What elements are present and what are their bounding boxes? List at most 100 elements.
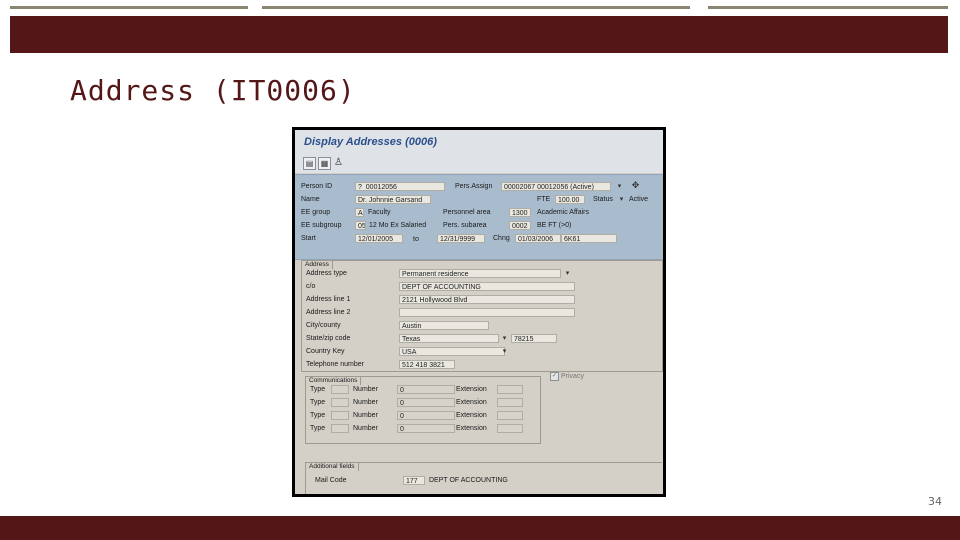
- pers-assign-field[interactable]: 00002067 00012056 (Active): [501, 182, 611, 191]
- number-field[interactable]: 0: [397, 398, 455, 407]
- country-label: Country Key: [306, 348, 345, 355]
- type-field[interactable]: [331, 385, 349, 394]
- number-field[interactable]: 0: [397, 385, 455, 394]
- country-dropdown-icon[interactable]: ▾: [500, 347, 509, 356]
- address-group-tab: Address: [301, 260, 333, 269]
- extension-field[interactable]: [497, 398, 523, 407]
- extension-field[interactable]: [497, 411, 523, 420]
- sap-screenshot: Display Addresses (0006) ▤ ▦ ♙ Person ID…: [292, 127, 666, 497]
- start-label: Start: [301, 235, 316, 242]
- telephone-label: Telephone number: [306, 361, 364, 368]
- fte-field: 100.00: [555, 195, 585, 204]
- sap-window: Display Addresses (0006) ▤ ▦ ♙ Person ID…: [295, 130, 663, 494]
- address-type-field[interactable]: Permanent residence: [399, 269, 561, 278]
- top-banner: [10, 16, 948, 53]
- toolbar: ▤ ▦ ♙: [295, 154, 663, 173]
- address-line1-field[interactable]: 2121 Hollywood Blvd: [399, 295, 575, 304]
- extension-label: Extension: [456, 425, 487, 432]
- status-label: Status: [593, 196, 613, 203]
- city-label: City/county: [306, 322, 341, 329]
- state-field[interactable]: Texas: [399, 334, 499, 343]
- type-label: Type: [310, 386, 326, 393]
- personnel-area-code: 1300: [509, 208, 531, 217]
- ee-group-code: A: [355, 208, 364, 217]
- chng-user-field: 6K61: [561, 234, 617, 243]
- person-id-field[interactable]: ?_00012056: [355, 182, 445, 191]
- co-label: c/o: [306, 283, 316, 290]
- number-field[interactable]: 0: [397, 411, 455, 420]
- mail-code-field[interactable]: 177: [403, 476, 425, 485]
- copy-icon[interactable]: ▤: [303, 157, 316, 170]
- address-type-label: Address type: [306, 270, 347, 277]
- type-label: Type: [310, 425, 326, 432]
- slide-title: Address (IT0006): [70, 74, 356, 107]
- status-value: Active: [629, 196, 649, 203]
- extension-field[interactable]: [497, 424, 523, 433]
- status-dropdown-icon[interactable]: ▾: [617, 195, 626, 204]
- person-id-label: Person ID: [301, 183, 333, 190]
- type-field[interactable]: [331, 398, 349, 407]
- ee-subgroup-label: EE subgroup: [301, 222, 342, 229]
- zip-field[interactable]: 78215: [511, 334, 557, 343]
- settings-icon[interactable]: ✥: [631, 181, 640, 190]
- ee-subgroup-code: 05: [355, 221, 366, 230]
- extension-label: Extension: [456, 399, 487, 406]
- number-field[interactable]: 0: [397, 424, 455, 433]
- ee-subgroup-text: 12 Mo Ex Salaried: [369, 222, 427, 229]
- pers-subarea-code: 0002: [509, 221, 531, 230]
- mail-code-text: DEPT OF ACCOUNTING: [429, 477, 508, 484]
- type-field[interactable]: [331, 411, 349, 420]
- communications-group-tab: Communications: [305, 376, 362, 385]
- name-field: Dr. Johnnie Garsand: [355, 195, 431, 204]
- to-label: to: [413, 236, 419, 243]
- mail-code-label: Mail Code: [315, 477, 347, 484]
- telephone-field[interactable]: 512 418 3821: [399, 360, 455, 369]
- person-icon[interactable]: ♙: [333, 157, 344, 168]
- address-line2-field[interactable]: [399, 308, 575, 317]
- number-label: Number: [353, 399, 378, 406]
- state-zip-label: State/zip code: [306, 335, 351, 342]
- dropdown-icon[interactable]: ▾: [615, 182, 624, 191]
- screen-title: Display Addresses (0006): [304, 136, 437, 148]
- end-date-field[interactable]: 12/31/9999: [437, 234, 485, 243]
- type-label: Type: [310, 399, 326, 406]
- personnel-area-text: Academic Affairs: [537, 209, 590, 216]
- address-line2-label: Address line 2: [306, 309, 351, 316]
- chng-date-field: 01/03/2006: [515, 234, 561, 243]
- type-label: Type: [310, 412, 326, 419]
- pers-assign-label: Pers.Assign: [455, 183, 493, 190]
- pers-subarea-text: BE FT (>0): [537, 222, 572, 229]
- header-panel: Person ID ?_00012056 Pers.Assign 0000206…: [295, 174, 663, 260]
- extension-label: Extension: [456, 412, 487, 419]
- top-decorative-line: [708, 6, 948, 9]
- page-number: 34: [928, 495, 942, 508]
- screen-title-bar: Display Addresses (0006): [295, 130, 663, 155]
- privacy-checkbox[interactable]: ✓: [550, 372, 559, 381]
- privacy-label: Privacy: [561, 373, 584, 380]
- number-label: Number: [353, 425, 378, 432]
- co-field[interactable]: DEPT OF ACCOUNTING: [399, 282, 575, 291]
- state-dropdown-icon[interactable]: ▾: [500, 334, 509, 343]
- ee-group-label: EE group: [301, 209, 331, 216]
- address-type-dropdown-icon[interactable]: ▾: [563, 269, 572, 278]
- overview-icon[interactable]: ▦: [318, 157, 331, 170]
- number-label: Number: [353, 386, 378, 393]
- start-date-field[interactable]: 12/01/2005: [355, 234, 403, 243]
- number-label: Number: [353, 412, 378, 419]
- bottom-banner: [0, 516, 960, 540]
- address-line1-label: Address line 1: [306, 296, 351, 303]
- country-field[interactable]: USA: [399, 347, 505, 356]
- personnel-area-label: Personnel area: [443, 209, 491, 216]
- extension-field[interactable]: [497, 385, 523, 394]
- extension-label: Extension: [456, 386, 487, 393]
- type-field[interactable]: [331, 424, 349, 433]
- top-decorative-line: [262, 6, 690, 9]
- additional-fields-tab: Additional fields: [305, 462, 359, 471]
- fte-label: FTE: [537, 196, 551, 203]
- city-field[interactable]: Austin: [399, 321, 489, 330]
- top-decorative-line: [10, 6, 248, 9]
- pers-subarea-label: Pers. subarea: [443, 222, 487, 229]
- ee-group-text: Faculty: [368, 209, 391, 216]
- chng-label: Chng: [493, 235, 510, 242]
- name-label: Name: [301, 196, 320, 203]
